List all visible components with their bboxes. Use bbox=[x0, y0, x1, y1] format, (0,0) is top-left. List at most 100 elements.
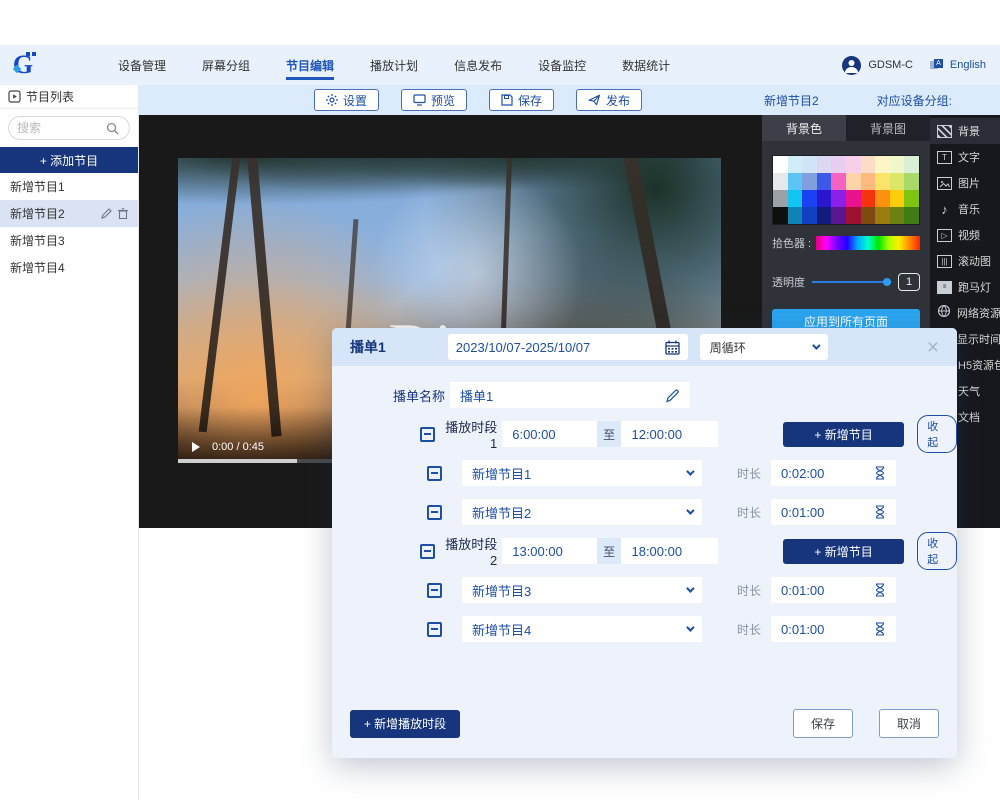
duration-input[interactable] bbox=[781, 466, 851, 481]
end-time-input[interactable] bbox=[631, 427, 707, 442]
translate-icon[interactable]: A bbox=[930, 59, 943, 71]
program-list-item-selected[interactable]: 新增节目2 bbox=[0, 200, 138, 227]
remove-section-icon[interactable] bbox=[420, 427, 435, 442]
color-swatch[interactable] bbox=[773, 207, 788, 224]
tab-background-image[interactable]: 背景图 bbox=[846, 115, 930, 141]
color-swatch[interactable] bbox=[890, 173, 905, 190]
element-item-scroll-image[interactable]: ||| 滚动图 bbox=[930, 248, 1000, 274]
color-swatch[interactable] bbox=[861, 173, 876, 190]
nav-tab-program-edit[interactable]: 节目编辑 bbox=[284, 47, 336, 84]
program-select[interactable]: 新增节目1 bbox=[462, 460, 702, 486]
search-input[interactable] bbox=[17, 121, 102, 135]
color-swatch[interactable] bbox=[846, 190, 861, 207]
color-swatch[interactable] bbox=[817, 190, 832, 207]
add-program-button[interactable]: + 添加节目 bbox=[0, 147, 138, 173]
color-swatch[interactable] bbox=[802, 156, 817, 173]
color-swatch[interactable] bbox=[904, 207, 919, 224]
remove-program-icon[interactable] bbox=[427, 466, 442, 481]
color-swatch[interactable] bbox=[788, 173, 803, 190]
element-item-music[interactable]: ♪ 音乐 bbox=[930, 196, 1000, 222]
hourglass-icon[interactable] bbox=[874, 583, 886, 597]
modal-cancel-button[interactable]: 取消 bbox=[879, 709, 939, 738]
color-swatch[interactable] bbox=[773, 190, 788, 207]
color-swatch[interactable] bbox=[831, 207, 846, 224]
color-swatch[interactable] bbox=[904, 173, 919, 190]
tab-background-color[interactable]: 背景色 bbox=[762, 115, 846, 141]
color-swatch[interactable] bbox=[817, 156, 832, 173]
color-swatch[interactable] bbox=[802, 173, 817, 190]
program-list-item[interactable]: 新增节目4 bbox=[0, 254, 138, 281]
duration-input[interactable] bbox=[781, 622, 851, 637]
color-swatch[interactable] bbox=[788, 190, 803, 207]
add-program-to-section-button[interactable]: + 新增节目 bbox=[783, 422, 904, 447]
element-item-background[interactable]: 背景 bbox=[930, 118, 1000, 144]
play-icon[interactable] bbox=[192, 442, 200, 452]
nav-tab-info-publish[interactable]: 信息发布 bbox=[452, 47, 504, 84]
color-swatch[interactable] bbox=[831, 173, 846, 190]
color-swatch[interactable] bbox=[831, 156, 846, 173]
collapse-section-button[interactable]: 收起 bbox=[917, 415, 957, 453]
end-time-input[interactable] bbox=[631, 544, 707, 559]
element-item-text[interactable]: T 文字 bbox=[930, 144, 1000, 170]
color-swatch[interactable] bbox=[846, 156, 861, 173]
language-switch[interactable]: English bbox=[950, 59, 986, 71]
publish-button[interactable]: 发布 bbox=[576, 89, 642, 111]
remove-program-icon[interactable] bbox=[427, 505, 442, 520]
element-item-image[interactable]: 图片 bbox=[930, 170, 1000, 196]
color-swatch[interactable] bbox=[875, 173, 890, 190]
program-list-item[interactable]: 新增节目1 bbox=[0, 173, 138, 200]
color-swatch[interactable] bbox=[875, 156, 890, 173]
hourglass-icon[interactable] bbox=[874, 622, 886, 636]
color-spectrum-bar[interactable] bbox=[816, 236, 920, 250]
nav-tab-device-management[interactable]: 设备管理 bbox=[116, 47, 168, 84]
search-icon[interactable] bbox=[106, 122, 119, 135]
start-time-input[interactable] bbox=[512, 544, 587, 559]
program-select[interactable]: 新增节目3 bbox=[462, 577, 702, 603]
opacity-slider-knob[interactable] bbox=[883, 278, 891, 286]
hourglass-icon[interactable] bbox=[874, 466, 886, 480]
program-select[interactable]: 新增节目2 bbox=[462, 499, 702, 525]
color-swatch[interactable] bbox=[788, 207, 803, 224]
color-swatch[interactable] bbox=[802, 190, 817, 207]
close-icon[interactable]: × bbox=[927, 337, 939, 358]
color-swatch[interactable] bbox=[904, 190, 919, 207]
color-swatch[interactable] bbox=[773, 156, 788, 173]
nav-tab-data-stats[interactable]: 数据统计 bbox=[620, 47, 672, 84]
color-swatch[interactable] bbox=[788, 156, 803, 173]
element-item-web-resource[interactable]: 网络资源 bbox=[930, 300, 1000, 326]
add-time-section-button[interactable]: + 新增播放时段 bbox=[350, 710, 460, 738]
nav-tab-device-monitor[interactable]: 设备监控 bbox=[536, 47, 588, 84]
color-swatch[interactable] bbox=[875, 190, 890, 207]
element-item-marquee[interactable]: ≡ 跑马灯 bbox=[930, 274, 1000, 300]
add-program-to-section-button[interactable]: + 新增节目 bbox=[783, 539, 904, 564]
playlist-name-input[interactable] bbox=[460, 388, 665, 403]
modal-save-button[interactable]: 保存 bbox=[793, 709, 853, 738]
program-list-item[interactable]: 新增节目3 bbox=[0, 227, 138, 254]
nav-tab-screen-group[interactable]: 屏幕分组 bbox=[200, 47, 252, 84]
opacity-slider[interactable] bbox=[812, 277, 891, 287]
color-swatch[interactable] bbox=[890, 190, 905, 207]
color-swatch[interactable] bbox=[773, 173, 788, 190]
remove-program-icon[interactable] bbox=[427, 583, 442, 598]
remove-section-icon[interactable] bbox=[420, 544, 435, 559]
remove-program-icon[interactable] bbox=[427, 622, 442, 637]
color-swatch[interactable] bbox=[904, 156, 919, 173]
preview-button[interactable]: 预览 bbox=[401, 89, 467, 111]
collapse-section-button[interactable]: 收起 bbox=[917, 532, 957, 570]
start-time-input[interactable] bbox=[512, 427, 587, 442]
delete-trash-icon[interactable] bbox=[118, 208, 128, 219]
color-swatch[interactable] bbox=[861, 190, 876, 207]
user-avatar-icon[interactable] bbox=[842, 56, 861, 75]
duration-input[interactable] bbox=[781, 583, 851, 598]
color-swatch[interactable] bbox=[846, 207, 861, 224]
color-swatch[interactable] bbox=[890, 207, 905, 224]
loop-mode-select[interactable]: 周循环 bbox=[700, 334, 828, 360]
color-swatch[interactable] bbox=[861, 207, 876, 224]
color-swatch[interactable] bbox=[861, 156, 876, 173]
edit-pencil-icon[interactable] bbox=[101, 208, 112, 219]
color-swatch[interactable] bbox=[831, 190, 846, 207]
color-swatch[interactable] bbox=[817, 173, 832, 190]
nav-tab-play-plan[interactable]: 播放计划 bbox=[368, 47, 420, 84]
color-swatch[interactable] bbox=[875, 207, 890, 224]
color-swatch[interactable] bbox=[846, 173, 861, 190]
